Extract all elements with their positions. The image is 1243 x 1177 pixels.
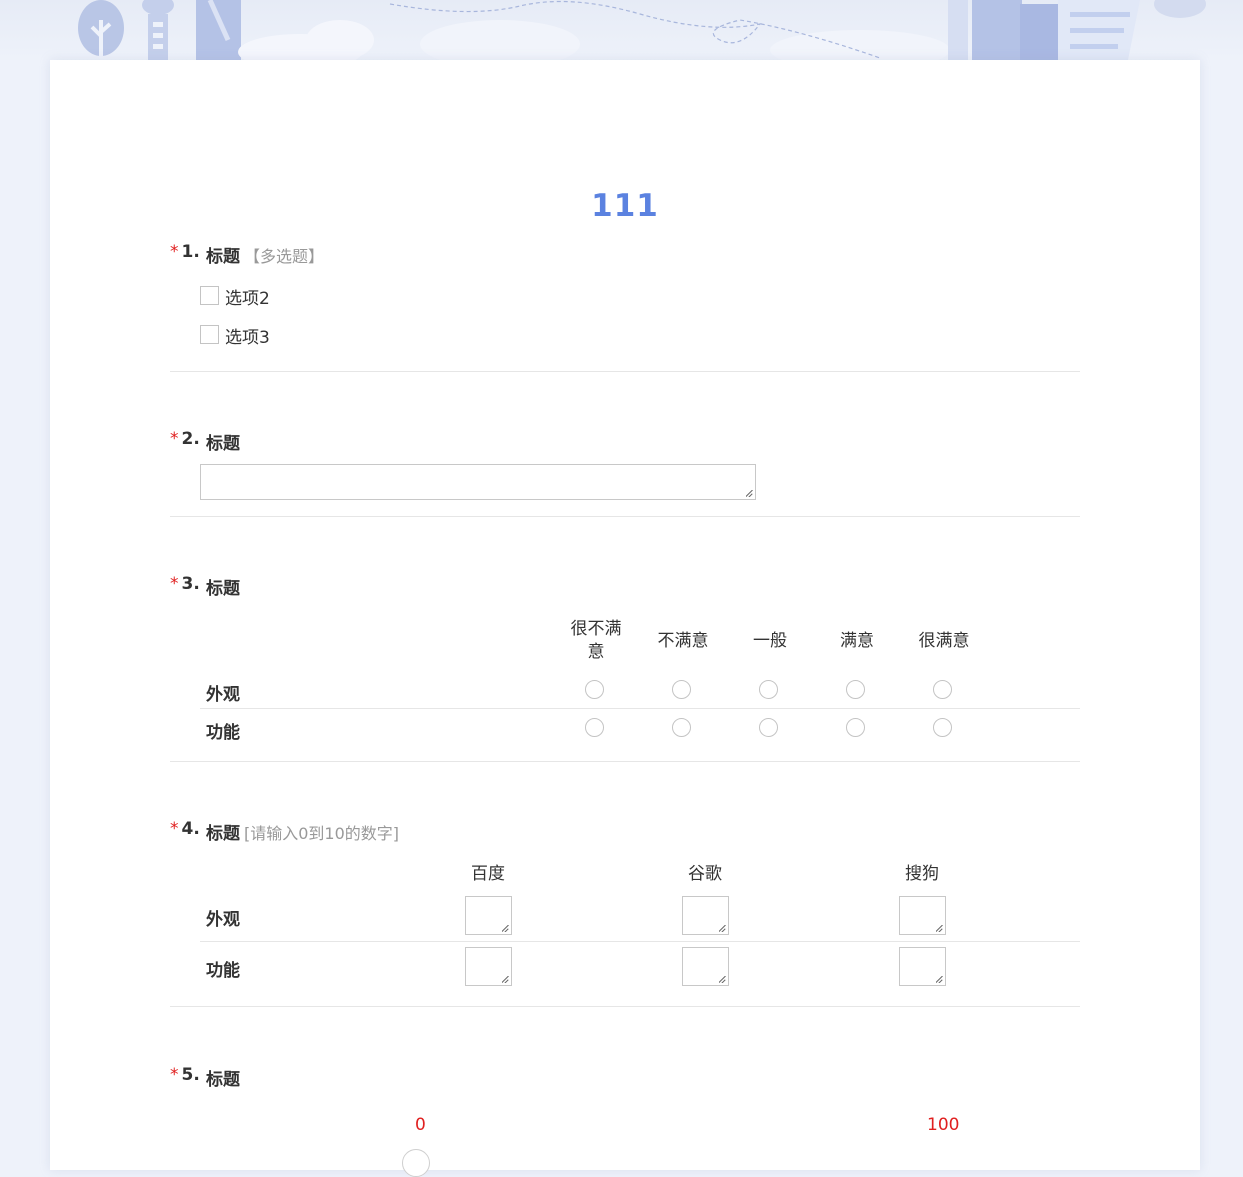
matrix-radio[interactable] — [585, 718, 604, 737]
question-5: * 5. 标题 0 100 — [170, 1065, 1080, 1177]
matrix-column-header: 很满意 — [918, 631, 970, 651]
question-1: * 1. 标题 【多选题】 选项2 选项3 — [170, 242, 1080, 372]
question-hint: [请输入0到10的数字] — [244, 824, 400, 843]
question-number-text: 2. — [181, 429, 200, 449]
matrix-radio[interactable] — [846, 680, 865, 699]
question-header: * 4. 标题 [请输入0到10的数字] — [170, 819, 1080, 847]
matrix-row-label: 外观 — [206, 685, 240, 705]
question-title: 标题 — [206, 434, 240, 454]
matrix-column-header: 一般 — [753, 631, 787, 651]
question-header: * 3. 标题 — [170, 574, 1080, 602]
matrix-column-header: 百度 — [471, 864, 505, 884]
number-input[interactable] — [465, 947, 512, 986]
required-mark: * — [170, 574, 179, 594]
resize-grip-icon[interactable] — [719, 925, 726, 932]
number-input[interactable] — [465, 896, 512, 935]
slider-max-label: 100 — [927, 1115, 960, 1135]
question-divider — [170, 371, 1080, 372]
resize-grip-icon[interactable] — [746, 490, 753, 497]
header-banner — [0, 0, 1243, 60]
option-label: 选项3 — [225, 328, 270, 348]
number-input[interactable] — [899, 896, 946, 935]
question-number-text: 1. — [181, 242, 200, 262]
question-header: * 1. 标题 【多选题】 — [170, 242, 1080, 270]
answer-textarea[interactable] — [200, 464, 756, 500]
matrix-row-label: 外观 — [206, 910, 240, 930]
question-divider — [170, 516, 1080, 517]
question-number-text: 3. — [181, 574, 200, 594]
survey-card: 111 * 1. 标题 【多选题】 选项2 选项3 * 2. 标题 * 3. 标题 很不… — [50, 60, 1200, 1177]
question-header: * 2. 标题 — [170, 429, 1080, 457]
question-type-tag: 【多选题】 — [244, 247, 325, 266]
matrix-column-header: 谷歌 — [688, 864, 722, 884]
matrix-radio[interactable] — [933, 680, 952, 699]
slider-min-label: 0 — [415, 1115, 426, 1135]
banner-illustration — [78, 0, 1206, 60]
question-divider — [170, 761, 1080, 762]
number-input[interactable] — [682, 947, 729, 986]
question-3: * 3. 标题 很不满 意 不满意 一般 满意 很满意 外观 功能 — [170, 574, 1080, 762]
required-mark: * — [170, 1065, 179, 1085]
matrix-column-header: 搜狗 — [905, 864, 939, 884]
matrix-radio[interactable] — [846, 718, 865, 737]
question-title: 标题 【多选题】 — [206, 242, 324, 267]
question-number-text: 5. — [181, 1065, 200, 1085]
question-title: 标题 — [206, 1070, 240, 1090]
required-mark: * — [170, 819, 179, 839]
matrix-row-divider — [200, 708, 1080, 709]
required-mark: * — [170, 242, 179, 262]
matrix-row-label: 功能 — [206, 961, 240, 981]
question-divider — [170, 1006, 1080, 1007]
number-input[interactable] — [682, 896, 729, 935]
matrix-column-header: 很不满 意 — [570, 619, 622, 662]
matrix-row-divider — [200, 941, 1080, 942]
matrix-radio[interactable] — [585, 680, 604, 699]
checkbox[interactable] — [200, 286, 219, 305]
resize-grip-icon[interactable] — [502, 925, 509, 932]
matrix-row-label: 功能 — [206, 723, 240, 743]
matrix-radio[interactable] — [672, 718, 691, 737]
question-title: 标题 — [206, 579, 240, 599]
matrix-radio[interactable] — [759, 680, 778, 699]
resize-grip-icon[interactable] — [502, 976, 509, 983]
resize-grip-icon[interactable] — [719, 976, 726, 983]
resize-grip-icon[interactable] — [936, 925, 943, 932]
number-input[interactable] — [899, 947, 946, 986]
matrix-column-header: 满意 — [840, 631, 874, 651]
resize-grip-icon[interactable] — [936, 976, 943, 983]
question-4: * 4. 标题 [请输入0到10的数字] 百度 谷歌 搜狗 外观 功能 — [170, 819, 1080, 1007]
survey-title: 111 — [591, 188, 659, 224]
question-title-text: 标题 — [206, 824, 240, 844]
question-title-text: 标题 — [206, 247, 240, 267]
slider-handle[interactable] — [402, 1149, 430, 1177]
checkbox[interactable] — [200, 325, 219, 344]
matrix-radio[interactable] — [759, 718, 778, 737]
matrix-column-header: 不满意 — [657, 631, 709, 651]
question-header: * 5. 标题 — [170, 1065, 1080, 1093]
matrix-radio[interactable] — [672, 680, 691, 699]
option-label: 选项2 — [225, 289, 270, 309]
question-title: 标题 [请输入0到10的数字] — [206, 819, 399, 844]
required-mark: * — [170, 429, 179, 449]
question-2: * 2. 标题 — [170, 429, 1080, 517]
matrix-radio[interactable] — [933, 718, 952, 737]
question-number-text: 4. — [181, 819, 200, 839]
